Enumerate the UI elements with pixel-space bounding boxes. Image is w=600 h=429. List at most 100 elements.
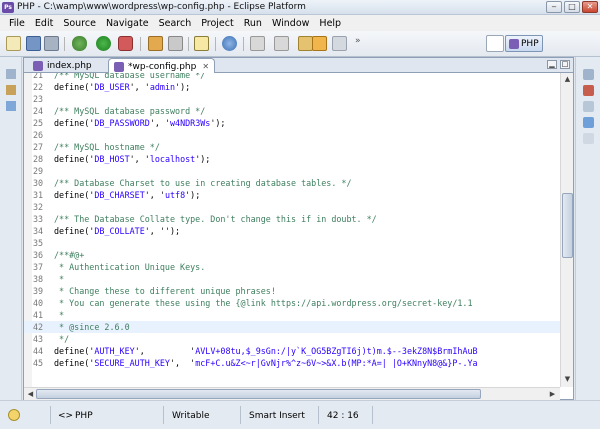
string-literal: DB_PASSWORD	[94, 118, 150, 128]
code-editor[interactable]: 21 /** MySQL database username */ 22 define…	[24, 73, 560, 387]
editor-tab-bar: index.php *wp-config.php ✕ ▁ □	[24, 58, 573, 74]
code-line[interactable]: 22 define('DB_USER', 'admin');	[24, 81, 560, 93]
minimize-editor-button[interactable]: ▁	[547, 60, 557, 69]
vertical-scrollbar[interactable]: ▲ ▼	[560, 73, 573, 387]
toolbar-overflow-icon[interactable]: »	[355, 36, 365, 51]
globe-icon[interactable]	[222, 36, 237, 51]
php-explorer-icon[interactable]	[6, 85, 16, 95]
code-line[interactable]: 35	[24, 237, 560, 249]
print-icon[interactable]	[44, 36, 59, 51]
console-view-icon[interactable]	[583, 133, 594, 144]
restore-view-icon[interactable]	[6, 69, 16, 79]
external-tools-icon[interactable]	[118, 36, 133, 51]
code-line[interactable]: 24 /** MySQL database password */	[24, 105, 560, 117]
problems-view-icon[interactable]	[583, 117, 594, 128]
code-line[interactable]: 36 /**#@+	[24, 249, 560, 261]
code-line[interactable]: 44 define('AUTH_KEY', 'AVLV+08tu,$_9sGn:/…	[24, 345, 560, 357]
code-line[interactable]: 41 *	[24, 309, 560, 321]
status-writable: Writable	[172, 411, 210, 421]
previous-annotation-icon[interactable]	[274, 36, 289, 51]
status-language: PHP	[75, 411, 93, 421]
next-annotation-icon[interactable]	[250, 36, 265, 51]
code-text: */	[54, 334, 70, 344]
menu-source[interactable]: Source	[58, 18, 101, 29]
code-token: ', '	[129, 154, 150, 164]
code-line[interactable]: 23	[24, 93, 560, 105]
code-text: define('DB_CHARSET', 'utf8');	[54, 189, 200, 201]
back-arrow-icon[interactable]	[312, 36, 327, 51]
last-edit-location-icon[interactable]	[298, 36, 313, 51]
tab-index-php[interactable]: index.php	[28, 58, 97, 73]
code-token: ', '	[144, 226, 165, 236]
open-perspective-button[interactable]	[486, 35, 504, 52]
code-text: /** MySQL hostname */	[54, 142, 160, 152]
code-text: /** MySQL database username */	[54, 73, 206, 80]
string-literal: AVLV+08tu,$_9sGn:/|y`K_OG5BZgTI6j)t)m.$-…	[195, 346, 478, 356]
tasks-view-icon[interactable]	[583, 101, 594, 112]
forward-arrow-icon[interactable]	[332, 36, 347, 51]
type-hierarchy-icon[interactable]	[6, 101, 16, 111]
menu-file[interactable]: File	[4, 18, 30, 29]
line-number: 32	[33, 202, 44, 212]
scroll-left-icon[interactable]: ◀	[25, 389, 36, 400]
tab-wp-config-php[interactable]: *wp-config.php ✕	[108, 58, 216, 74]
code-line[interactable]: 42 * @since 2.6.0	[24, 321, 560, 333]
close-tab-icon[interactable]: ✕	[202, 62, 209, 71]
code-token: ', '	[129, 82, 150, 92]
horizontal-scroll-thumb[interactable]	[36, 389, 481, 399]
code-line[interactable]: 31 define('DB_CHARSET', 'utf8');	[24, 189, 560, 201]
code-line[interactable]: 30 /** Database Charset to use in creatin…	[24, 177, 560, 189]
new-file-icon[interactable]	[6, 36, 21, 51]
php-file-icon	[33, 60, 43, 71]
maximize-editor-button[interactable]: □	[560, 60, 570, 69]
menu-window[interactable]: Window	[267, 18, 314, 29]
code-line[interactable]: 43 */	[24, 333, 560, 345]
code-line[interactable]: 39 * Change these to different unique ph…	[24, 285, 560, 297]
maximize-button[interactable]: □	[564, 1, 580, 13]
scroll-up-icon[interactable]: ▲	[562, 74, 573, 85]
menu-search[interactable]: Search	[154, 18, 197, 29]
code-line[interactable]: 45 define('SECURE_AUTH_KEY', 'mcF+C.u&Z<~…	[24, 357, 560, 369]
line-number: 26	[33, 130, 44, 140]
code-line[interactable]: 25 define('DB_PASSWORD', 'w4NDR3Ws');	[24, 117, 560, 129]
horizontal-scrollbar[interactable]: ◀ ▶	[24, 387, 560, 400]
code-line[interactable]: 21 /** MySQL database username */	[24, 73, 560, 81]
code-line[interactable]: 37 * Authentication Unique Keys.	[24, 261, 560, 273]
code-token: ', '	[144, 190, 165, 200]
code-line[interactable]: 28 define('DB_HOST', 'localhost');	[24, 153, 560, 165]
menu-run[interactable]: Run	[239, 18, 267, 29]
code-token: ');	[164, 226, 181, 236]
menu-navigate[interactable]: Navigate	[101, 18, 154, 29]
open-type-icon[interactable]	[148, 36, 163, 51]
code-line[interactable]: 32	[24, 201, 560, 213]
scroll-down-icon[interactable]: ▼	[562, 374, 573, 385]
close-button[interactable]: ✕	[582, 1, 598, 13]
edit-tool-icon[interactable]	[168, 36, 183, 51]
save-icon[interactable]	[26, 36, 41, 51]
scroll-right-icon[interactable]: ▶	[547, 389, 558, 400]
menu-edit[interactable]: Edit	[30, 18, 58, 29]
code-line[interactable]: 33 /** The Database Collate type. Don't c…	[24, 213, 560, 225]
line-number: 23	[33, 94, 44, 104]
toggle-mark-occurrences-icon[interactable]	[194, 36, 209, 51]
lightbulb-icon[interactable]	[8, 409, 20, 421]
menu-project[interactable]: Project	[196, 18, 239, 29]
run-icon[interactable]	[96, 36, 111, 51]
restore-view-icon[interactable]	[583, 69, 594, 80]
php-perspective-button[interactable]: PHP	[505, 35, 543, 52]
code-line[interactable]: 29	[24, 165, 560, 177]
code-line[interactable]: 26	[24, 129, 560, 141]
right-trim-bar	[575, 57, 600, 400]
line-number: 35	[33, 238, 44, 248]
code-line[interactable]: 27 /** MySQL hostname */	[24, 141, 560, 153]
debug-icon[interactable]	[72, 36, 87, 51]
status-cursor-position: 42 : 16	[327, 411, 359, 421]
menu-help[interactable]: Help	[314, 18, 346, 29]
outline-view-icon[interactable]	[583, 85, 594, 96]
vertical-scroll-thumb[interactable]	[562, 193, 573, 258]
menu-bar: File Edit Source Navigate Search Project…	[0, 15, 600, 31]
code-line[interactable]: 34 define('DB_COLLATE', '');	[24, 225, 560, 237]
code-line[interactable]: 38 *	[24, 273, 560, 285]
code-line[interactable]: 40 * You can generate these using the {@…	[24, 297, 560, 309]
minimize-button[interactable]: ‒	[546, 1, 562, 13]
